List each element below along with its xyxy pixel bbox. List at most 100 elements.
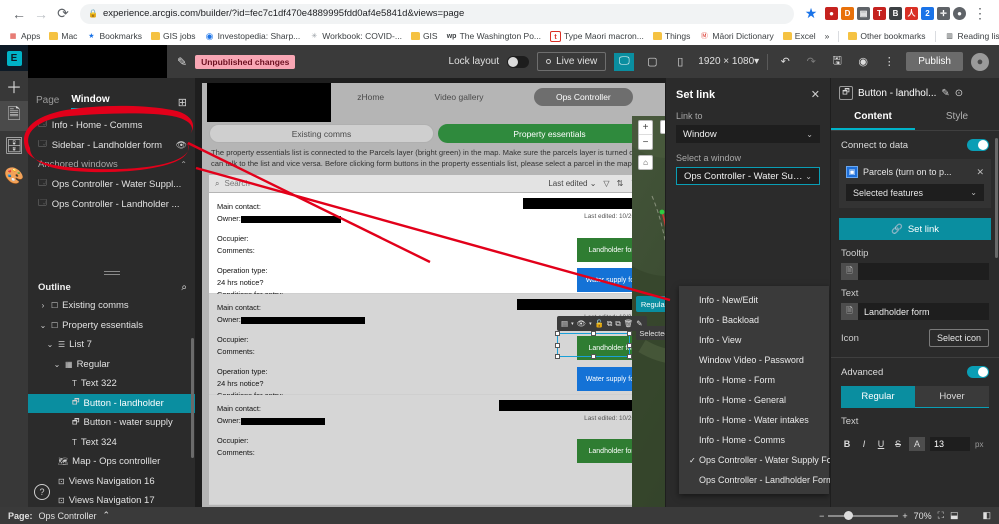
address-bar[interactable]: 🔒 experience.arcgis.com/builder/?id=fec7…: [80, 3, 794, 24]
add-widget-icon[interactable]: ＋: [0, 71, 28, 101]
window-option[interactable]: Info - Home - General: [679, 390, 829, 410]
tab-window[interactable]: Window: [71, 94, 110, 110]
connect-to-data-toggle[interactable]: [967, 139, 989, 151]
outline-item[interactable]: ⊡ Views Navigation 16: [28, 472, 195, 492]
lock-icon[interactable]: 🔓: [595, 319, 604, 328]
chevron-up-icon[interactable]: ⌃: [103, 510, 111, 521]
window-item-info-home-comms[interactable]: 🗔 Info - Home - Comms: [28, 115, 195, 135]
link-to-select[interactable]: Window ⌄: [676, 125, 820, 143]
sort-label[interactable]: Last edited ⌄: [548, 179, 596, 188]
resize-handle-sw[interactable]: [555, 354, 560, 359]
bookmark-things[interactable]: Things: [650, 30, 694, 42]
strikethrough-button[interactable]: S: [892, 439, 904, 449]
resize-handle-ne[interactable]: [627, 331, 632, 336]
resize-handle-w[interactable]: [555, 343, 560, 348]
bookmark-type-maori-macron[interactable]: t Type Maori macron...: [547, 30, 647, 43]
bookmark-gis[interactable]: GIS: [408, 30, 441, 42]
search-input[interactable]: Search: [224, 179, 249, 188]
extension-puzzle-icon[interactable]: ✛: [937, 7, 950, 20]
resize-handle-n[interactable]: [591, 331, 596, 336]
panel-resize-handle[interactable]: [28, 268, 195, 278]
bookmarks-overflow[interactable]: »: [822, 30, 833, 42]
slider-knob[interactable]: [844, 510, 854, 520]
back-button[interactable]: ←: [8, 3, 30, 25]
add-window-icon[interactable]: ⊞: [178, 96, 187, 109]
resize-handle-s[interactable]: [591, 354, 596, 359]
outline-item[interactable]: ⌄ ☐ Property essentials: [28, 316, 195, 336]
underline-button[interactable]: U: [875, 439, 887, 449]
avatar[interactable]: ●: [971, 52, 989, 71]
bookmark-maori-dictionary[interactable]: Ⓜ Māori Dictionary: [696, 30, 776, 42]
outline-item[interactable]: 🗗 Button - landholder: [28, 393, 195, 413]
save-icon[interactable]: 🖫: [828, 53, 846, 71]
edit-icon[interactable]: ✎: [177, 55, 187, 69]
advanced-toggle[interactable]: [967, 366, 989, 378]
help-icon[interactable]: ⊙: [955, 88, 963, 99]
window-option[interactable]: Info - Home - Form: [679, 370, 829, 390]
list-item[interactable]: Main contact: Owner: Occupier: Comments:…: [209, 193, 661, 299]
app-logo[interactable]: E: [0, 45, 28, 71]
tab-style[interactable]: Style: [915, 106, 999, 130]
set-link-button[interactable]: 🔗 Set link: [839, 218, 991, 240]
twisty-icon[interactable]: ›: [39, 301, 47, 310]
zoom-in-icon[interactable]: +: [902, 511, 907, 521]
device-desktop-icon[interactable]: 🖵: [614, 52, 635, 71]
slider-track[interactable]: [828, 510, 899, 520]
text-color-button[interactable]: A: [909, 437, 925, 451]
home-icon[interactable]: ⌂: [638, 155, 653, 170]
visibility-eye-icon[interactable]: 👁: [176, 140, 187, 151]
state-tab-hover[interactable]: Hover: [915, 386, 989, 408]
window-option[interactable]: Ops Controller - Landholder Form: [679, 470, 834, 490]
outline-item[interactable]: ⌄ ☰ List 7: [28, 335, 195, 355]
nav-tab-zhome[interactable]: zHome: [357, 92, 384, 102]
outline-item[interactable]: › ☐ Existing comms: [28, 296, 195, 316]
anchored-windows-header[interactable]: Anchored windows ⌃: [28, 155, 195, 174]
outline-item[interactable]: 🗗 Button - water supply: [28, 413, 195, 433]
chevron-down-icon-2[interactable]: ▾: [589, 321, 592, 327]
inspector-scrollbar[interactable]: [995, 138, 998, 258]
outline-item[interactable]: 🗺 Map - Ops controlller: [28, 452, 195, 472]
extension-icon-2[interactable]: D: [841, 7, 854, 20]
copy-style-icon[interactable]: ⧉: [615, 319, 620, 329]
visibility-icon[interactable]: 👁: [577, 319, 587, 328]
filter-icon[interactable]: ▽: [603, 179, 609, 188]
zoom-in-button[interactable]: +: [639, 121, 652, 135]
extension-icon-7[interactable]: 2: [921, 7, 934, 20]
window-option[interactable]: ✓ Ops Controller - Water Supply Form: [679, 450, 842, 470]
window-option[interactable]: Info - New/Edit: [679, 290, 829, 310]
data-sources-icon[interactable]: 🗄: [0, 131, 28, 161]
text-field[interactable]: 🗎: [841, 303, 989, 320]
device-phone-icon[interactable]: ▯: [670, 53, 690, 71]
bookmark-star-icon[interactable]: ★: [800, 3, 822, 25]
segment-property-essentials[interactable]: Property essentials: [438, 124, 661, 143]
outline-item[interactable]: T Text 322: [28, 374, 195, 394]
window-item-ops-controller-water-supply[interactable]: 🗔 Ops Controller - Water Suppl...: [28, 174, 195, 194]
fit-icon[interactable]: ⛶: [938, 510, 944, 521]
delete-icon[interactable]: 🗑: [624, 319, 634, 328]
search-icon[interactable]: ⌕: [181, 282, 187, 293]
lock-layout-toggle[interactable]: [507, 55, 530, 68]
sort-icon[interactable]: ⇅: [617, 179, 624, 188]
live-view-button[interactable]: Live view: [537, 52, 607, 71]
twisty-icon[interactable]: ⌄: [39, 321, 47, 330]
zoom-out-icon[interactable]: −: [819, 511, 824, 521]
bookmark-excel[interactable]: Excel: [780, 30, 819, 42]
nav-tab-video-gallery[interactable]: Video gallery: [435, 92, 484, 102]
bookmark-apps[interactable]: ▦ Apps: [5, 30, 43, 42]
other-bookmarks[interactable]: Other bookmarks: [845, 30, 928, 42]
nav-tab-ops-controller[interactable]: Ops Controller: [533, 87, 633, 106]
tooltip-input[interactable]: [858, 266, 989, 277]
align-icon[interactable]: ▤: [561, 319, 568, 328]
bookmark-washington-post[interactable]: wp The Washington Po...: [444, 30, 544, 42]
window-option[interactable]: Window Video - Password: [679, 350, 829, 370]
window-option[interactable]: Info - Backload: [679, 310, 829, 330]
extension-icon-4[interactable]: T: [873, 7, 886, 20]
bookmark-workbook-covid[interactable]: ✳ Workbook: COVID-...: [306, 30, 405, 42]
outline-scrollbar[interactable]: [191, 338, 194, 458]
publish-button[interactable]: Publish: [906, 52, 963, 71]
zoom-out-button[interactable]: −: [639, 135, 652, 149]
tab-page[interactable]: Page: [36, 95, 59, 109]
select-icon-button[interactable]: Select icon: [928, 329, 989, 347]
reload-button[interactable]: ⟳: [52, 3, 74, 25]
forward-button[interactable]: →: [30, 3, 52, 25]
